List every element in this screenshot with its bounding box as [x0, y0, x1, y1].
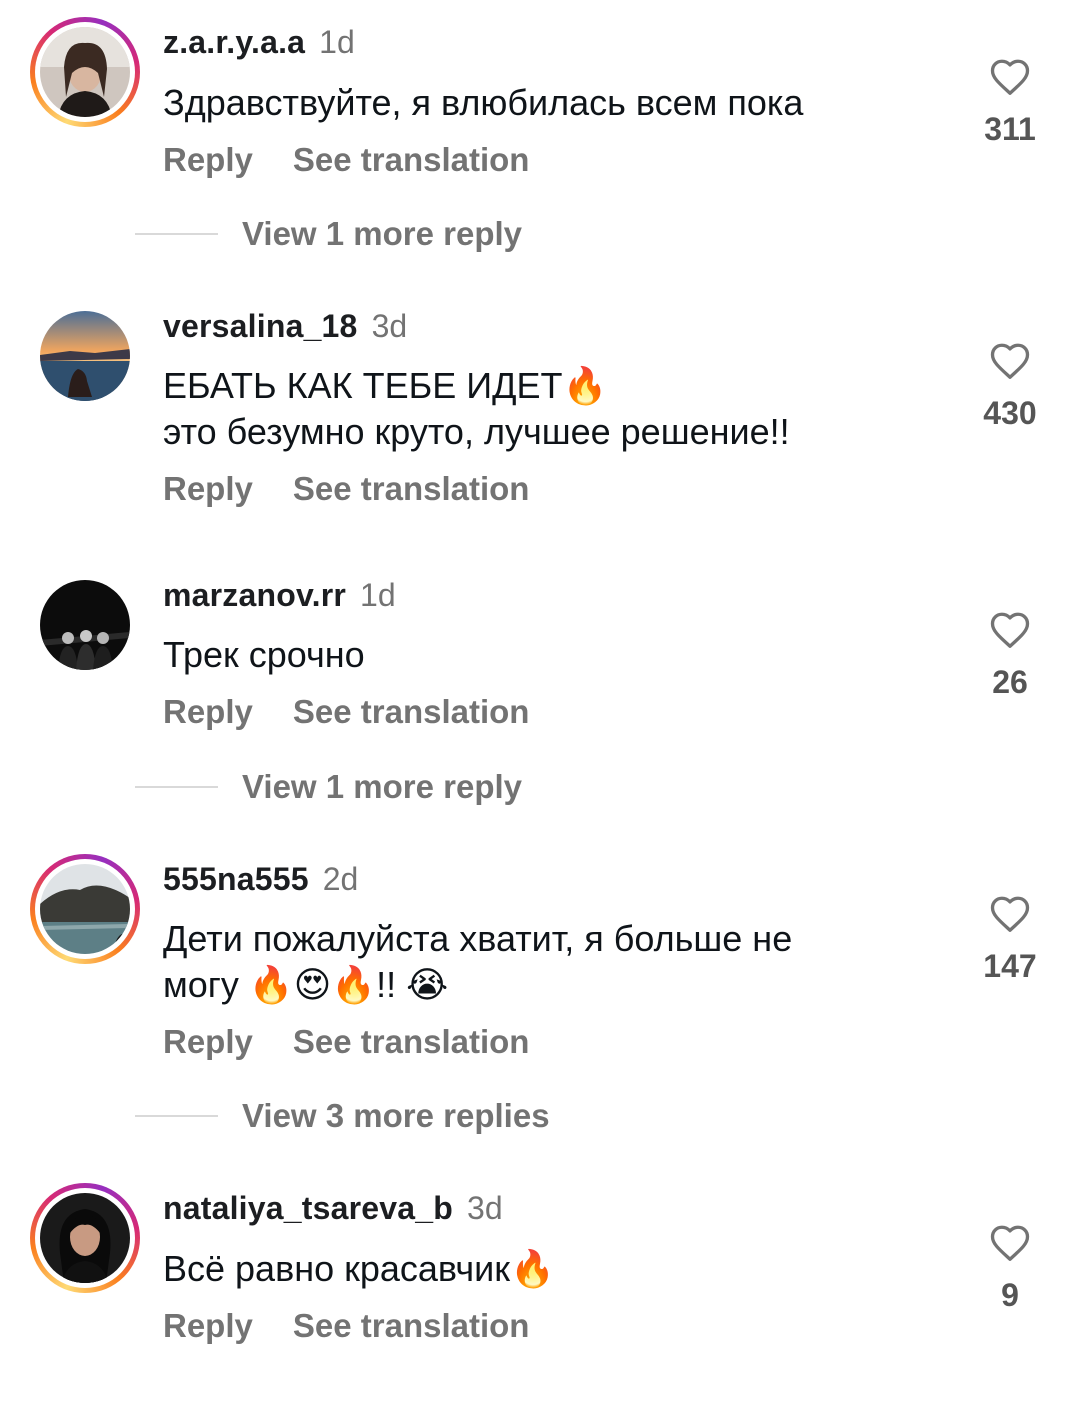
- comment-username[interactable]: z.a.r.y.a.a: [163, 24, 305, 60]
- comment-text-line: могу 🔥😍🔥!! 😭: [163, 964, 449, 1005]
- reply-button[interactable]: Reply: [163, 1306, 253, 1346]
- story-ring[interactable]: [30, 854, 140, 964]
- view-more-replies-label: View 1 more reply: [242, 768, 523, 805]
- comment-text: Дети пожалуйста хватит, я больше не могу…: [163, 916, 953, 1008]
- comment-time: 3d: [371, 308, 408, 344]
- like-count: 147: [983, 948, 1037, 984]
- like-button[interactable]: 147: [960, 894, 1060, 986]
- comment-time: 2d: [322, 861, 359, 897]
- comment-text-line: Всё равно красавчик🔥: [163, 1248, 555, 1289]
- heart-outline-icon: [990, 343, 1030, 379]
- comment-text-line: Дети пожалуйста хватит, я больше не: [163, 918, 793, 959]
- comment-username[interactable]: nataliya_tsareva_b: [163, 1190, 453, 1226]
- see-translation-button[interactable]: See translation: [293, 1022, 530, 1062]
- comment-time: 3d: [467, 1190, 503, 1226]
- like-button[interactable]: 430: [960, 341, 1060, 433]
- view-more-replies-label: View 3 more replies: [242, 1097, 550, 1134]
- reply-button[interactable]: Reply: [163, 469, 253, 509]
- comment-username[interactable]: 555na555: [163, 861, 309, 897]
- see-translation-button[interactable]: See translation: [293, 140, 530, 180]
- comment-text: ЕБАТЬ КАК ТЕБЕ ИДЕТ🔥 это безумно круто, …: [163, 363, 953, 455]
- like-button[interactable]: 9: [960, 1223, 1060, 1315]
- comment-time: 1d: [319, 24, 355, 60]
- reply-thread-line: [135, 233, 218, 235]
- like-button[interactable]: 26: [960, 610, 1060, 702]
- comment-username[interactable]: marzanov.rr: [163, 577, 346, 613]
- reply-button[interactable]: Reply: [163, 692, 253, 732]
- heart-outline-icon: [990, 59, 1030, 95]
- reply-button[interactable]: Reply: [163, 1022, 253, 1062]
- reply-thread-line: [135, 1115, 218, 1117]
- like-count: 430: [983, 395, 1037, 431]
- avatar[interactable]: [40, 580, 130, 670]
- see-translation-button[interactable]: See translation: [293, 1306, 530, 1346]
- like-count: 26: [992, 664, 1028, 700]
- avatar[interactable]: [40, 311, 130, 401]
- comment-time: 1d: [360, 577, 396, 613]
- heart-outline-icon: [990, 896, 1030, 932]
- like-count: 311: [984, 111, 1036, 147]
- comment-text: Всё равно красавчик🔥: [163, 1246, 953, 1292]
- heart-outline-icon: [990, 612, 1030, 648]
- reply-button[interactable]: Reply: [163, 140, 253, 180]
- see-translation-button[interactable]: See translation: [293, 692, 530, 732]
- comment-text: Здравствуйте, я влюбилась всем пока: [163, 80, 953, 126]
- avatar[interactable]: [40, 27, 130, 117]
- comment-text-line: ЕБАТЬ КАК ТЕБЕ ИДЕТ🔥: [163, 365, 608, 406]
- see-translation-button[interactable]: See translation: [293, 469, 530, 509]
- avatar[interactable]: [40, 864, 130, 954]
- comment-text-line: Здравствуйте, я влюбилась всем пока: [163, 82, 804, 123]
- view-more-replies-label: View 1 more reply: [242, 215, 523, 252]
- avatar[interactable]: [40, 1193, 130, 1283]
- comment-text: Трек срочно: [163, 632, 953, 678]
- story-ring[interactable]: [30, 1183, 140, 1293]
- comment-text-line: это безумно круто, лучшее решение!!: [163, 411, 790, 452]
- story-ring[interactable]: [30, 17, 140, 127]
- like-button[interactable]: 311: [960, 57, 1060, 149]
- comment-text-line: Трек срочно: [163, 634, 365, 675]
- like-count: 9: [1001, 1277, 1019, 1313]
- reply-thread-line: [135, 786, 218, 788]
- comment-username[interactable]: versalina_18: [163, 308, 358, 344]
- heart-outline-icon: [990, 1225, 1030, 1261]
